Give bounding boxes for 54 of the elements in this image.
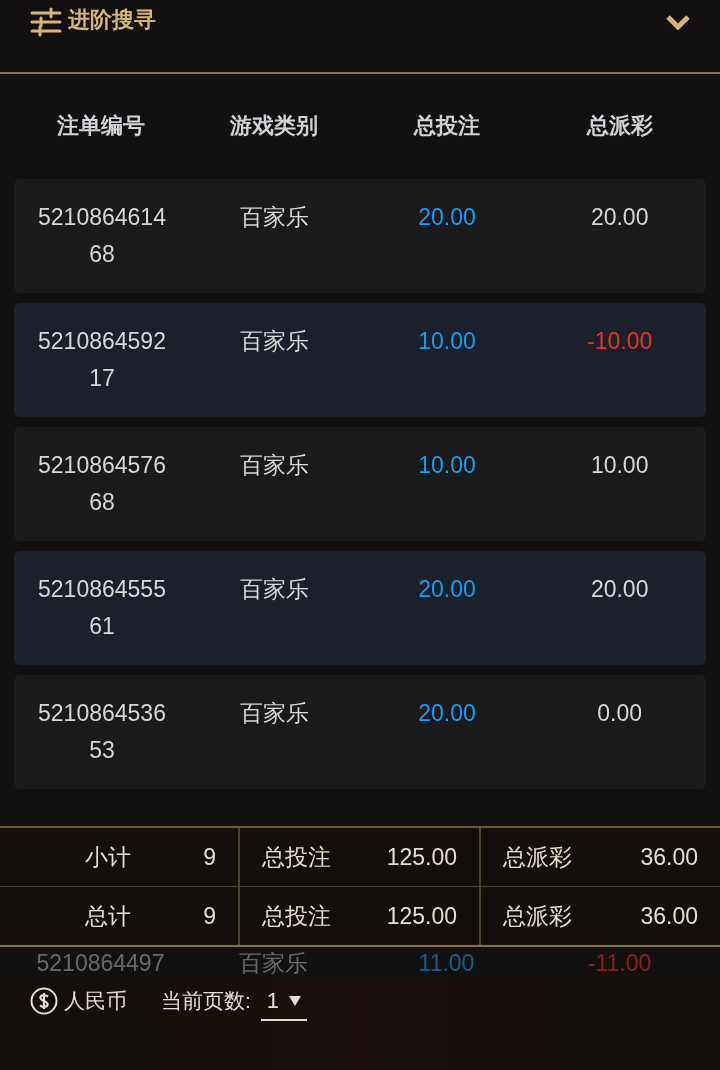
game-type: 百家乐 (238, 327, 310, 356)
order-number: 521086453653 (37, 699, 167, 765)
summary-count: 9 (203, 843, 216, 871)
dollar-coin-icon (30, 987, 58, 1015)
filter-title: 进阶搜寻 (68, 6, 156, 34)
column-header: 总投注 (412, 111, 481, 140)
summary-label: 总派彩 (503, 901, 572, 931)
summary-value: 125.00 (386, 902, 457, 930)
filter-bar[interactable]: 进阶搜寻 (0, 0, 720, 74)
payout-amount: -10.00 (586, 327, 654, 356)
order-number: 521086455561 (37, 575, 167, 641)
order-number: 5210864497 (35, 949, 166, 978)
record-card[interactable]: 521086459217 百家乐 10.00 -10.00 (14, 303, 706, 417)
summary-value: 36.00 (640, 843, 698, 871)
summary-label: 小计 (85, 842, 132, 872)
column-header: 注单编号 (55, 111, 146, 140)
summary-label: 总计 (85, 901, 132, 931)
summary-value: 125.00 (386, 843, 457, 871)
currency-label: 人民币 (64, 988, 127, 1014)
game-type: 百家乐 (238, 575, 310, 604)
page-select[interactable]: 1 (260, 983, 308, 1021)
payout-amount: 20.00 (589, 203, 650, 232)
bet-amount: 11.00 (417, 949, 476, 978)
page-label: 当前页数: (161, 988, 251, 1014)
record-card[interactable]: 521086457668 百家乐 10.00 10.00 (14, 427, 706, 541)
summary-label: 总投注 (262, 842, 331, 872)
caret-icon (289, 996, 302, 1006)
sliders-icon (30, 6, 62, 38)
column-header: 总派彩 (585, 111, 654, 140)
summary-count: 9 (203, 902, 216, 930)
summary-label: 总派彩 (503, 842, 572, 872)
game-type: 百家乐 (238, 451, 310, 480)
game-type: 百家乐 (238, 699, 310, 728)
payout-amount: 0.00 (596, 699, 644, 728)
game-type: 百家乐 (238, 949, 309, 978)
record-card[interactable]: 521086455561 百家乐 20.00 20.00 (14, 551, 706, 665)
order-number: 521086461468 (37, 203, 167, 269)
chevron-icon[interactable] (666, 14, 690, 30)
game-type: 百家乐 (238, 203, 310, 232)
bet-amount: 20.00 (417, 203, 477, 232)
summary-label: 总投注 (262, 901, 331, 931)
order-number: 521086459217 (37, 327, 167, 393)
bet-amount: 20.00 (417, 575, 477, 604)
record-card[interactable]: 521086453653 百家乐 20.00 0.00 (14, 675, 706, 789)
payout-amount: 20.00 (589, 575, 650, 604)
payout-amount: 10.00 (589, 451, 650, 480)
record-card[interactable]: 521086461468 百家乐 20.00 20.00 (14, 179, 706, 293)
order-number: 521086457668 (37, 451, 167, 517)
payout-amount: -11.00 (586, 949, 653, 978)
bet-amount: 10.00 (417, 451, 477, 480)
column-header: 游戏类别 (228, 111, 319, 140)
bet-amount: 10.00 (417, 327, 477, 356)
bet-amount: 20.00 (417, 699, 477, 728)
summary-value: 36.00 (640, 902, 698, 930)
